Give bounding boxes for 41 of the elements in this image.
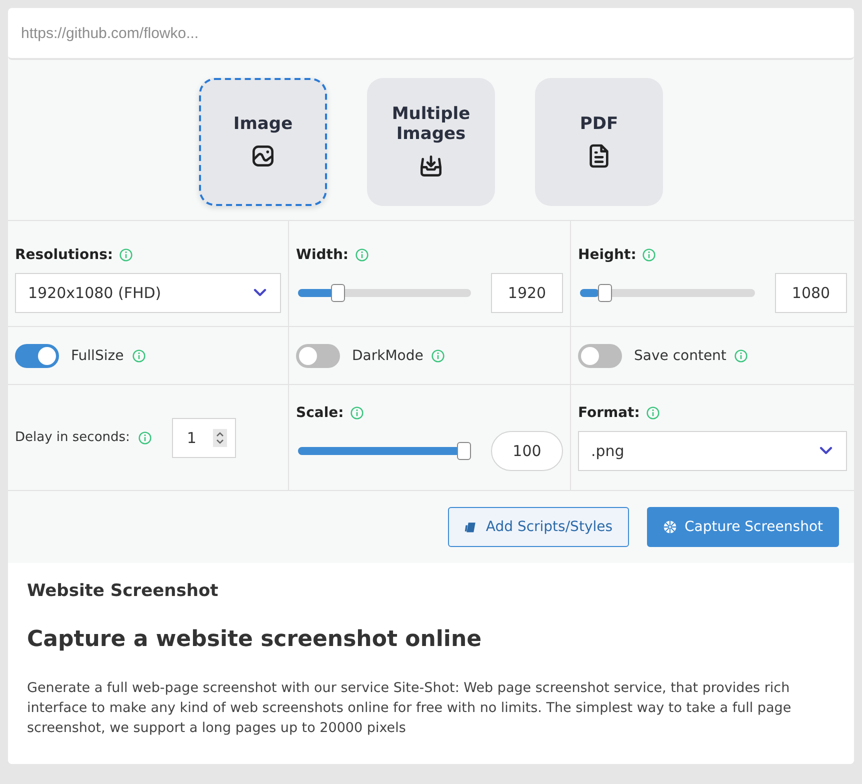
- dropdown[interactable]: 1920x1080 (FHD): [15, 272, 281, 312]
- field-label: Delay in seconds:: [15, 430, 130, 445]
- aperture-icon: [662, 520, 677, 534]
- url-field[interactable]: https://github.com/flowko...: [8, 8, 854, 60]
- field-label: Format:: [578, 404, 640, 420]
- article-text: Generate a full web-page screenshot with our service Site-Shot: Web page screenshot service, that provides rich interface to make any kind of web screenshots online for free with no limits. The simplest way to take a full page screenshot, we support a long pages up to 20000 pixels: [27, 679, 792, 738]
- field-label: Height:: [578, 246, 636, 262]
- info-icon: [132, 348, 146, 362]
- number-field[interactable]: 1080: [775, 272, 847, 312]
- toggle-label: DarkMode: [352, 348, 424, 364]
- field-label: Resolutions:: [15, 246, 113, 262]
- section-heading: Website Screenshot: [27, 581, 220, 601]
- add-scripts-button[interactable]: Add Scripts/Styles: [448, 507, 629, 547]
- number-field[interactable]: 1920: [491, 272, 563, 312]
- info-icon: [642, 248, 656, 262]
- stepper-icon: [212, 428, 227, 446]
- number-field[interactable]: 100: [491, 430, 563, 470]
- info-icon: [431, 348, 446, 362]
- field-label: Width:: [296, 246, 349, 262]
- toggle-switch[interactable]: [578, 344, 622, 368]
- field-label: Scale:: [296, 404, 344, 420]
- article-title: Capture a website screenshot online: [27, 627, 483, 652]
- mode-button[interactable]: Image: [199, 78, 327, 206]
- slider[interactable]: [298, 284, 471, 302]
- capture-button[interactable]: Capture Screenshot: [646, 507, 839, 547]
- toggle-switch[interactable]: [15, 344, 59, 368]
- slider[interactable]: [580, 284, 755, 302]
- toggle-label: Save content: [634, 348, 726, 364]
- info-icon: [350, 406, 364, 420]
- slider[interactable]: [298, 442, 471, 460]
- toggle-switch[interactable]: [296, 344, 340, 368]
- dropdown[interactable]: .png: [578, 430, 847, 470]
- info-icon: [138, 430, 152, 444]
- info-icon: [734, 348, 748, 362]
- info-icon: [354, 248, 369, 262]
- info-icon: [646, 406, 660, 420]
- toggle-label: FullSize: [71, 348, 124, 364]
- info-icon: [119, 248, 133, 262]
- mode-button[interactable]: Multiple Images: [367, 78, 495, 206]
- number-field[interactable]: 1: [172, 418, 236, 458]
- mode-button[interactable]: PDF: [535, 78, 663, 206]
